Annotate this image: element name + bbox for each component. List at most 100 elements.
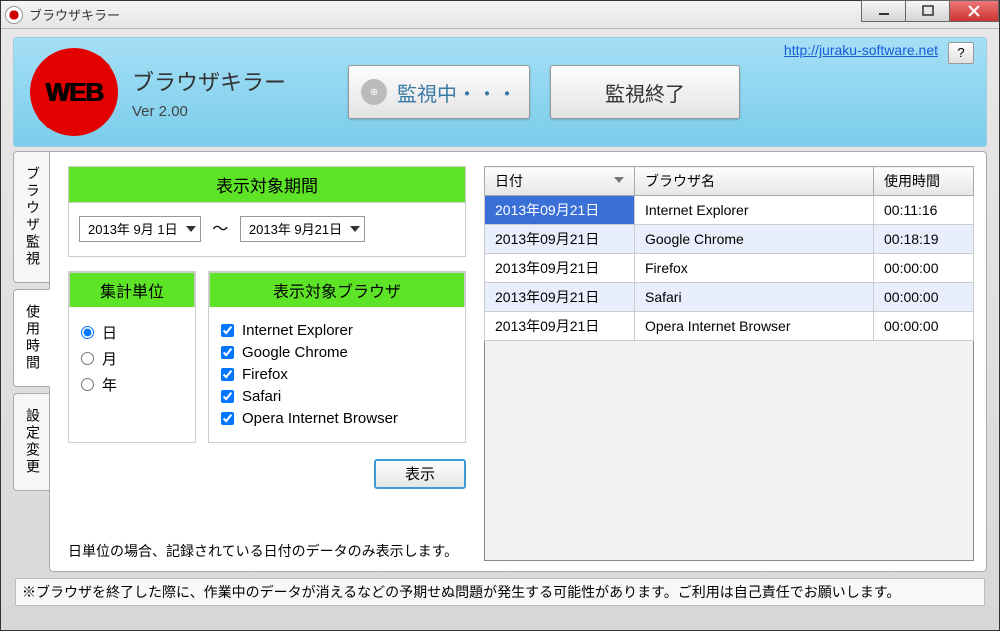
day-unit-note: 日単位の場合、記録されている日付のデータのみ表示します。 bbox=[68, 541, 458, 561]
unit-year-radio[interactable]: 年 bbox=[81, 374, 183, 395]
app-logo: WEB bbox=[30, 48, 118, 136]
browser-check-firefox[interactable]: Firefox bbox=[221, 366, 453, 383]
app-window: ブラウザキラー WEB ブラウザキラー Ver 2.00 ⊕ 監視中・・・ 監視… bbox=[0, 0, 1000, 631]
col-browser-label: ブラウザ名 bbox=[645, 173, 715, 189]
unit-month-radio[interactable]: 月 bbox=[81, 348, 183, 369]
radio-input[interactable] bbox=[81, 326, 94, 339]
cell-time: 00:00:00 bbox=[874, 254, 974, 283]
table-row[interactable]: 2013年09月21日 Firefox 00:00:00 bbox=[485, 254, 974, 283]
radio-input[interactable] bbox=[81, 378, 94, 391]
maximize-button[interactable] bbox=[905, 0, 950, 22]
date-to-picker[interactable]: 2013年 9月21日 bbox=[240, 216, 365, 242]
cell-browser: Safari bbox=[635, 283, 874, 312]
cell-time: 00:00:00 bbox=[874, 312, 974, 341]
cell-time: 00:00:00 bbox=[874, 283, 974, 312]
cell-time: 00:18:19 bbox=[874, 225, 974, 254]
header-panel: WEB ブラウザキラー Ver 2.00 ⊕ 監視中・・・ 監視終了 http:… bbox=[13, 37, 987, 147]
browser-label: Firefox bbox=[242, 366, 288, 383]
table-row[interactable]: 2013年09月21日 Google Chrome 00:18:19 bbox=[485, 225, 974, 254]
browser-label: Safari bbox=[242, 388, 281, 405]
usage-table[interactable]: 日付 ブラウザ名 使用時間 2013年09月21日 Internet Explo… bbox=[484, 166, 974, 341]
status-label: 監視中・・・ bbox=[397, 78, 517, 107]
checkbox-input[interactable] bbox=[221, 390, 234, 403]
browser-filter-section: 表示対象ブラウザ Internet Explorer Google Chrome… bbox=[208, 271, 466, 443]
radio-input[interactable] bbox=[81, 352, 94, 365]
chevron-down-icon bbox=[350, 226, 360, 232]
date-from-value: 2013年 9月 1日 bbox=[88, 219, 178, 238]
browser-check-chrome[interactable]: Google Chrome bbox=[221, 344, 453, 361]
globe-icon: ⊕ bbox=[361, 79, 387, 105]
browser-check-ie[interactable]: Internet Explorer bbox=[221, 322, 453, 339]
stop-monitoring-button[interactable]: 監視終了 bbox=[550, 65, 740, 119]
close-button[interactable] bbox=[949, 0, 999, 22]
browser-check-opera[interactable]: Opera Internet Browser bbox=[221, 410, 453, 427]
browser-label: Internet Explorer bbox=[242, 322, 353, 339]
app-title: ブラウザキラー bbox=[132, 65, 286, 97]
unit-section: 集計単位 日 月 bbox=[68, 271, 196, 443]
app-title-block: ブラウザキラー Ver 2.00 bbox=[132, 65, 286, 120]
cell-browser: Opera Internet Browser bbox=[635, 312, 874, 341]
col-date-header[interactable]: 日付 bbox=[485, 167, 635, 196]
unit-month-label: 月 bbox=[102, 348, 117, 369]
browser-label: Opera Internet Browser bbox=[242, 410, 398, 427]
results-column: 日付 ブラウザ名 使用時間 2013年09月21日 Internet Explo… bbox=[484, 166, 974, 561]
table-row[interactable]: 2013年09月21日 Opera Internet Browser 00:00… bbox=[485, 312, 974, 341]
side-tabs: ブラウザ監視 使用時間 設定変更 bbox=[13, 151, 49, 572]
minimize-icon bbox=[878, 5, 890, 17]
checkbox-input[interactable] bbox=[221, 412, 234, 425]
col-date-label: 日付 bbox=[495, 173, 523, 189]
sort-desc-icon bbox=[614, 177, 624, 183]
logo-text: WEB bbox=[45, 77, 103, 108]
unit-year-label: 年 bbox=[102, 374, 117, 395]
cell-date: 2013年09月21日 bbox=[485, 254, 635, 283]
app-version: Ver 2.00 bbox=[132, 103, 286, 120]
cell-date: 2013年09月21日 bbox=[485, 225, 635, 254]
minimize-button[interactable] bbox=[861, 0, 906, 22]
filters-column: 表示対象期間 2013年 9月 1日 ～ 2013年 9月21日 bbox=[68, 166, 466, 561]
stop-label: 監視終了 bbox=[605, 78, 685, 107]
col-browser-header[interactable]: ブラウザ名 bbox=[635, 167, 874, 196]
period-header: 表示対象期間 bbox=[68, 166, 466, 202]
browser-check-safari[interactable]: Safari bbox=[221, 388, 453, 405]
cell-browser: Internet Explorer bbox=[635, 196, 874, 225]
close-icon bbox=[968, 5, 980, 17]
tab-usage-time[interactable]: 使用時間 bbox=[13, 289, 50, 387]
main-area: ブラウザ監視 使用時間 設定変更 表示対象期間 2013年 9月 1日 ～ bbox=[13, 151, 987, 572]
date-to-value: 2013年 9月21日 bbox=[249, 219, 342, 238]
cell-date: 2013年09月21日 bbox=[485, 196, 635, 225]
app-icon bbox=[5, 6, 23, 24]
cell-browser: Firefox bbox=[635, 254, 874, 283]
checkbox-input[interactable] bbox=[221, 346, 234, 359]
chevron-down-icon bbox=[186, 226, 196, 232]
col-time-label: 使用時間 bbox=[884, 173, 940, 189]
cell-date: 2013年09月21日 bbox=[485, 312, 635, 341]
period-section: 表示対象期間 2013年 9月 1日 ～ 2013年 9月21日 bbox=[68, 166, 466, 257]
unit-day-radio[interactable]: 日 bbox=[81, 322, 183, 343]
cell-browser: Google Chrome bbox=[635, 225, 874, 254]
tab-browser-monitor[interactable]: ブラウザ監視 bbox=[13, 151, 49, 283]
cell-date: 2013年09月21日 bbox=[485, 283, 635, 312]
show-button[interactable]: 表示 bbox=[374, 459, 466, 489]
help-button[interactable]: ? bbox=[948, 42, 974, 64]
checkbox-input[interactable] bbox=[221, 368, 234, 381]
titlebar[interactable]: ブラウザキラー bbox=[1, 1, 999, 29]
content-panel: 表示対象期間 2013年 9月 1日 ～ 2013年 9月21日 bbox=[49, 151, 987, 572]
browser-filter-header: 表示対象ブラウザ bbox=[209, 272, 465, 307]
window-title: ブラウザキラー bbox=[29, 5, 120, 24]
table-row[interactable]: 2013年09月21日 Internet Explorer 00:11:16 bbox=[485, 196, 974, 225]
table-empty-area bbox=[484, 341, 974, 561]
table-row[interactable]: 2013年09月21日 Safari 00:00:00 bbox=[485, 283, 974, 312]
col-time-header[interactable]: 使用時間 bbox=[874, 167, 974, 196]
monitoring-status-button[interactable]: ⊕ 監視中・・・ bbox=[348, 65, 530, 119]
unit-header: 集計単位 bbox=[69, 272, 195, 307]
footer-disclaimer: ※ブラウザを終了した際に、作業中のデータが消えるなどの予期せぬ問題が発生する可能… bbox=[15, 578, 985, 606]
table-header-row: 日付 ブラウザ名 使用時間 bbox=[485, 167, 974, 196]
maximize-icon bbox=[922, 5, 934, 17]
website-link[interactable]: http://juraku-software.net bbox=[784, 42, 938, 58]
tab-settings[interactable]: 設定変更 bbox=[13, 393, 49, 491]
window-controls bbox=[862, 0, 999, 22]
period-separator: ～ bbox=[212, 221, 228, 238]
cell-time: 00:11:16 bbox=[874, 196, 974, 225]
date-from-picker[interactable]: 2013年 9月 1日 bbox=[79, 216, 201, 242]
checkbox-input[interactable] bbox=[221, 324, 234, 337]
